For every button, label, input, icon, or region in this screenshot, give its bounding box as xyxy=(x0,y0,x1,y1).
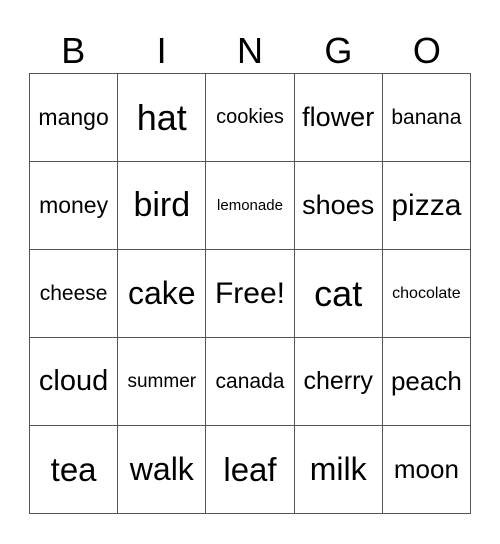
bingo-cell[interactable]: canada xyxy=(206,338,295,426)
bingo-cell[interactable]: cake xyxy=(118,250,207,338)
bingo-cell[interactable]: cat xyxy=(294,250,383,338)
bingo-cell[interactable]: bird xyxy=(118,162,207,250)
bingo-cell[interactable]: cloud xyxy=(30,338,119,426)
bingo-free-space[interactable]: Free! xyxy=(206,250,295,338)
bingo-cell[interactable]: mango xyxy=(30,74,119,162)
header-letter-i: I xyxy=(156,30,167,71)
bingo-cell[interactable]: shoes xyxy=(294,162,383,250)
bingo-cell[interactable]: peach xyxy=(382,338,471,426)
bingo-cell[interactable]: banana xyxy=(382,74,471,162)
bingo-cell[interactable]: milk xyxy=(294,426,383,514)
header-letter-o: O xyxy=(412,30,441,71)
bingo-cell[interactable]: leaf xyxy=(206,426,295,514)
bingo-cell[interactable]: walk xyxy=(118,426,207,514)
bingo-header: B I N G O xyxy=(29,28,471,73)
bingo-cell[interactable]: cookies xyxy=(206,74,295,162)
header-letter-g: G xyxy=(324,30,353,71)
bingo-cell[interactable]: summer xyxy=(118,338,207,426)
bingo-cell[interactable]: money xyxy=(30,162,119,250)
header-letter-n: N xyxy=(237,30,264,71)
bingo-cell[interactable]: cheese xyxy=(30,250,119,338)
bingo-cell[interactable]: chocolate xyxy=(382,250,471,338)
bingo-cell[interactable]: flower xyxy=(294,74,383,162)
bingo-cell[interactable]: moon xyxy=(382,426,471,514)
bingo-cell[interactable]: lemonade xyxy=(206,162,295,250)
bingo-cell[interactable]: tea xyxy=(30,426,119,514)
header-letter-b: B xyxy=(61,30,86,71)
bingo-cell[interactable]: cherry xyxy=(294,338,383,426)
bingo-cell[interactable]: pizza xyxy=(382,162,471,250)
bingo-card-grid: mango hat cookies flower banana money bi… xyxy=(29,73,471,514)
bingo-cell[interactable]: hat xyxy=(118,74,207,162)
